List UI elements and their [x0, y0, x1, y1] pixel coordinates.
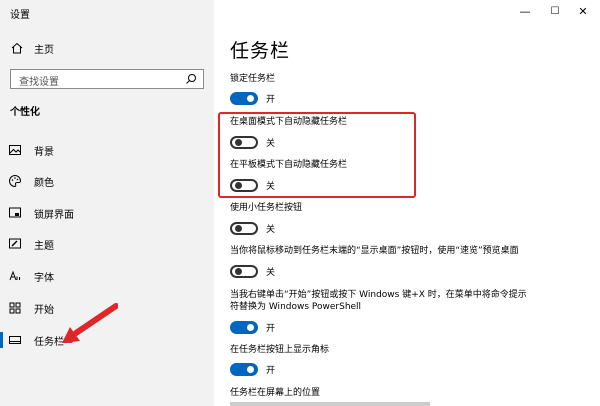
search-input[interactable]: 查找设置: [10, 69, 204, 89]
taskbar-icon: [9, 336, 21, 344]
setting-autohide-tablet-toggle-row: 关: [230, 178, 275, 192]
toggle-state-label: 关: [266, 181, 276, 192]
sidebar-item-label: 主题: [34, 240, 54, 252]
badges-toggle[interactable]: [230, 362, 258, 376]
setting-autohide-tablet-label: 在平板模式下自动隐藏任务栏: [230, 160, 348, 170]
toggle-state-label: 开: [266, 323, 276, 334]
app-title: 设置: [10, 10, 30, 21]
setting-badges-label: 在任务栏按钮上显示角标: [230, 345, 330, 355]
sidebar-item-background[interactable]: 背景: [0, 138, 214, 162]
image-icon: [9, 145, 21, 155]
home-icon: [11, 42, 23, 54]
lock-screen-icon: [9, 207, 21, 218]
setting-powershell-label: 当我右键单击“开始”按钮或按下 Windows 键+X 时，在菜单中将命令提示符…: [230, 290, 527, 312]
start-icon: [9, 302, 21, 314]
setting-small-buttons-label: 使用小任务栏按钮: [230, 203, 303, 213]
taskbar-position-dropdown[interactable]: [230, 402, 430, 406]
peek-toggle[interactable]: [230, 264, 258, 278]
sidebar-item-lock-screen[interactable]: 锁屏界面: [0, 201, 214, 225]
setting-badges-toggle-row: 开: [230, 362, 275, 376]
powershell-toggle[interactable]: [230, 320, 258, 334]
active-indicator: [0, 332, 3, 348]
small-buttons-toggle[interactable]: [230, 221, 258, 235]
search-placeholder: 查找设置: [19, 77, 59, 88]
sidebar-item-label: 背景: [34, 146, 54, 158]
setting-peek-toggle-row: 关: [230, 264, 275, 278]
setting-autohide-desktop-label: 在桌面模式下自动隐藏任务栏: [230, 117, 348, 127]
sidebar-home-label: 主页: [34, 44, 54, 56]
sidebar-home[interactable]: 主页: [10, 40, 54, 56]
setting-small-buttons-toggle-row: 关: [230, 221, 275, 235]
theme-icon: [9, 238, 21, 249]
setting-powershell-toggle-row: 开: [230, 320, 275, 334]
font-icon: [9, 270, 20, 281]
lock-taskbar-toggle[interactable]: [230, 91, 258, 105]
sidebar-item-label: 字体: [34, 272, 54, 284]
sidebar-item-label: 锁屏界面: [34, 209, 74, 221]
sidebar-item-label: 开始: [34, 304, 54, 316]
settings-window: 设置 主页 查找设置 个性化 背景 颜色 锁屏界面 主题 字体 开始 任务栏 —…: [0, 0, 600, 406]
toggle-state-label: 开: [266, 94, 276, 105]
toggle-state-label: 关: [266, 138, 276, 149]
toggle-state-label: 开: [266, 365, 276, 376]
setting-lock-taskbar-toggle-row: 开: [230, 91, 275, 105]
setting-lock-taskbar-label: 锁定任务栏: [230, 74, 276, 84]
sidebar: 设置 主页 查找设置 个性化 背景 颜色 锁屏界面 主题 字体 开始 任务栏: [0, 0, 214, 406]
sidebar-item-fonts[interactable]: 字体: [0, 264, 214, 288]
sidebar-item-themes[interactable]: 主题: [0, 232, 214, 256]
setting-peek-label: 当你将鼠标移动到任务栏末端的“显示桌面”按钮时，使用“速览”预览桌面: [230, 246, 519, 256]
toggle-state-label: 关: [266, 267, 276, 278]
taskbar-position-label: 任务栏在屏幕上的位置: [230, 388, 321, 398]
sidebar-item-label: 颜色: [34, 177, 54, 189]
search-icon: [186, 74, 196, 84]
palette-icon: [9, 174, 22, 188]
autohide-desktop-toggle[interactable]: [230, 135, 258, 149]
setting-autohide-desktop-toggle-row: 关: [230, 135, 275, 149]
autohide-tablet-toggle[interactable]: [230, 178, 258, 192]
red-arrow-annotation: [62, 303, 118, 343]
section-title: 个性化: [10, 107, 40, 118]
main-content: 任务栏 锁定任务栏 开 在桌面模式下自动隐藏任务栏 关 在平板模式下自动隐藏任务…: [214, 0, 600, 406]
page-title: 任务栏: [230, 40, 291, 62]
sidebar-item-colors[interactable]: 颜色: [0, 169, 214, 193]
toggle-state-label: 关: [266, 224, 276, 235]
